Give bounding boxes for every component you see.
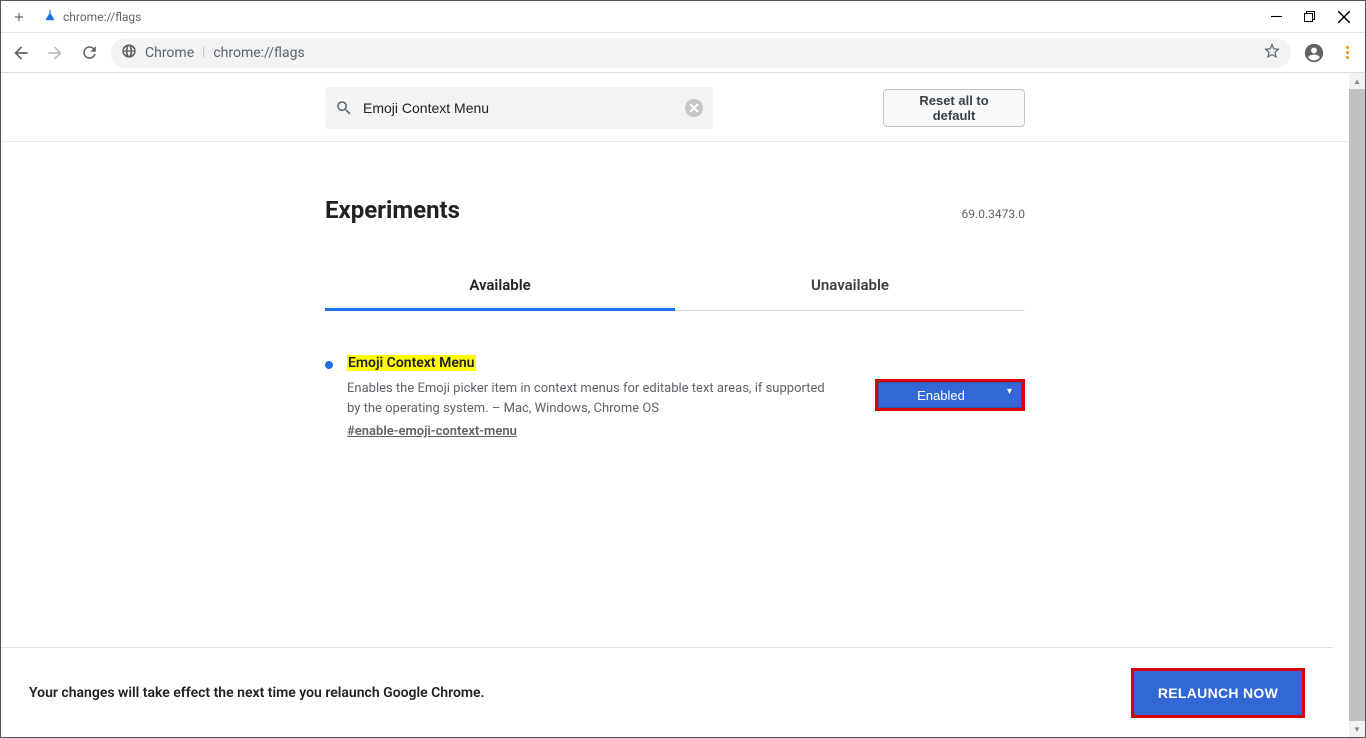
flag-title: Emoji Context Menu: [347, 355, 476, 371]
page-title: Experiments: [325, 196, 460, 224]
clear-search-button[interactable]: [685, 99, 703, 117]
tab-unavailable[interactable]: Unavailable: [675, 262, 1025, 310]
chrome-menu-button[interactable]: [1337, 46, 1357, 59]
profile-avatar-icon[interactable]: [1301, 40, 1327, 66]
relaunch-button[interactable]: RELAUNCH NOW: [1134, 671, 1302, 715]
tab-available[interactable]: Available: [325, 262, 675, 311]
browser-tab[interactable]: chrome://flags: [37, 8, 147, 25]
search-icon: [335, 99, 353, 117]
divider: [1, 141, 1349, 142]
omnibox-divider: |: [202, 45, 205, 60]
highlight-box: RELAUNCH NOW: [1131, 668, 1305, 718]
flag-state-select[interactable]: Enabled: [878, 382, 1022, 408]
omnibox-url: chrome://flags: [213, 45, 304, 61]
flag-item: Emoji Context Menu Enables the Emoji pic…: [325, 355, 1025, 439]
scroll-down-icon[interactable]: ▼: [1349, 721, 1365, 737]
flask-icon: [43, 8, 57, 25]
scroll-thumb[interactable]: [1349, 89, 1365, 721]
flag-description: Enables the Emoji picker item in context…: [347, 379, 841, 418]
new-tab-button[interactable]: [9, 7, 29, 27]
site-info-icon[interactable]: [121, 43, 137, 63]
forward-button[interactable]: [43, 41, 67, 65]
omnibox-host: Chrome: [145, 45, 194, 61]
relaunch-bar: Your changes will take effect the next t…: [1, 647, 1333, 737]
chrome-version: 69.0.3473.0: [962, 207, 1025, 221]
scroll-up-icon[interactable]: ▲: [1349, 73, 1365, 89]
scrollbar[interactable]: ▲ ▼: [1349, 73, 1365, 737]
reset-all-button[interactable]: Reset all to default: [883, 89, 1025, 127]
flags-search-input[interactable]: [363, 100, 675, 116]
address-bar[interactable]: Chrome | chrome://flags: [111, 38, 1291, 68]
window-minimize-button[interactable]: [1269, 10, 1283, 24]
flag-permalink[interactable]: #enable-emoji-context-menu: [347, 424, 841, 439]
bookmark-star-icon[interactable]: [1263, 42, 1281, 64]
browser-toolbar: Chrome | chrome://flags: [1, 33, 1365, 73]
flags-tabs: Available Unavailable: [325, 262, 1025, 311]
highlight-box: Enabled: [875, 379, 1025, 411]
back-button[interactable]: [9, 41, 33, 65]
browser-tab-strip: chrome://flags: [1, 1, 1365, 33]
reload-button[interactable]: [77, 41, 101, 65]
tab-title: chrome://flags: [63, 10, 141, 24]
modified-indicator-icon: [325, 361, 333, 369]
relaunch-message: Your changes will take effect the next t…: [29, 685, 485, 701]
flags-search-box[interactable]: [325, 87, 713, 129]
window-close-button[interactable]: [1337, 10, 1351, 24]
window-maximize-button[interactable]: [1303, 10, 1317, 24]
